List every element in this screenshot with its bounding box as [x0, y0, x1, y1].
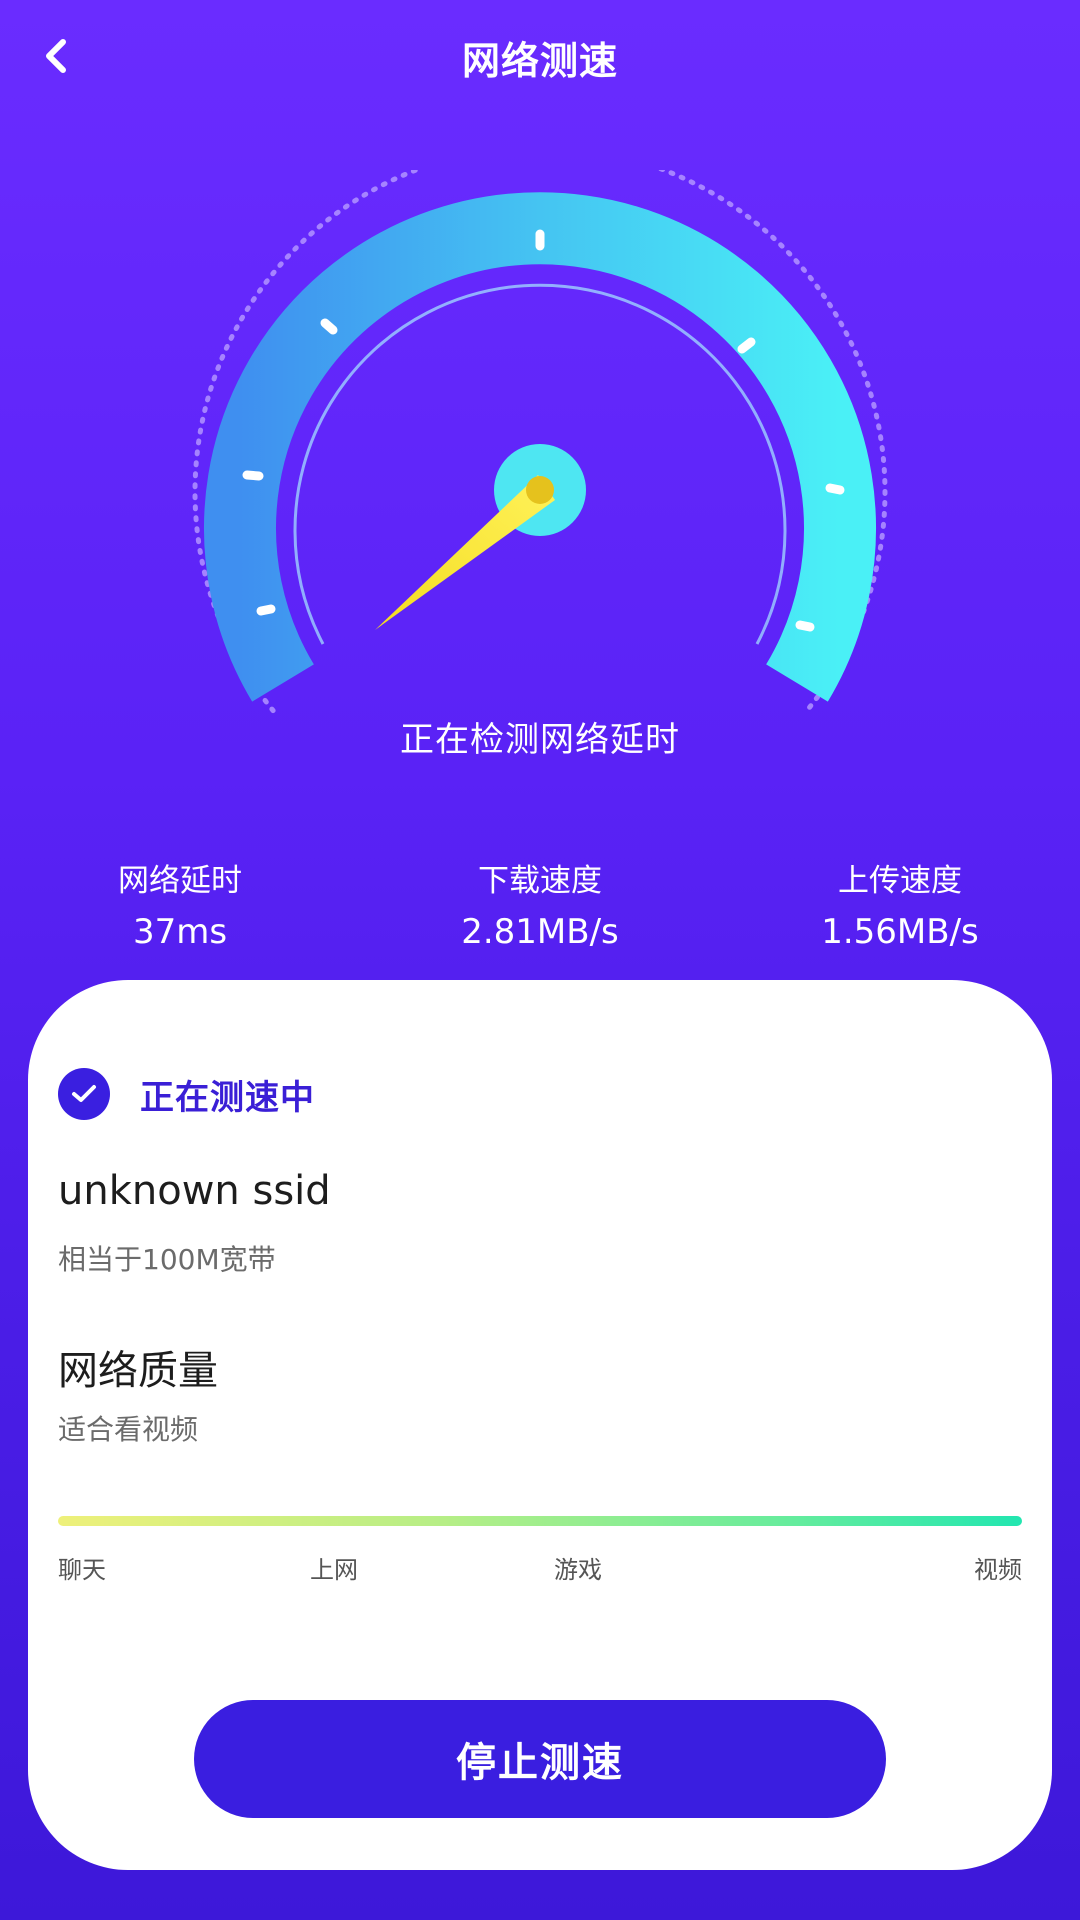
network-ssid: unknown ssid [58, 1168, 331, 1214]
stat-download-value: 2.81MB/s [461, 912, 619, 952]
testing-status-text: 正在测速中 [140, 1077, 315, 1118]
speed-stats: 网络延时 37ms 下载速度 2.81MB/s 上传速度 1.56MB/s [0, 860, 1080, 970]
result-card: 正在测速中 unknown ssid 相当于100M宽带 网络质量 适合看视频 … [28, 980, 1052, 1870]
quality-gradient-bar [58, 1516, 1022, 1526]
stat-latency-label: 网络延时 [118, 863, 242, 899]
quality-title: 网络质量 [58, 1348, 218, 1394]
stat-upload-value: 1.56MB/s [821, 912, 979, 952]
quality-level-chat: 聊天 [58, 1556, 106, 1584]
check-circle-icon [58, 1068, 110, 1120]
speed-gauge [180, 170, 900, 730]
stat-latency: 网络延时 37ms [40, 860, 320, 958]
stat-upload-label: 上传速度 [838, 863, 962, 899]
quality-level-browse: 上网 [310, 1556, 358, 1584]
bandwidth-equivalent: 相当于100M宽带 [58, 1243, 276, 1276]
app-header: 网络测速 [0, 0, 1080, 120]
quality-levels: 聊天 上网 游戏 视频 [58, 1550, 1022, 1590]
quality-level-video: 视频 [974, 1556, 1022, 1584]
quality-level-game: 游戏 [554, 1556, 602, 1584]
stat-upload: 上传速度 1.56MB/s [760, 860, 1040, 958]
quality-description: 适合看视频 [58, 1413, 199, 1446]
stat-latency-value: 37ms [132, 912, 228, 952]
gauge-needle [375, 475, 555, 630]
testing-status: 正在测速中 [58, 1064, 315, 1124]
stat-download: 下载速度 2.81MB/s [400, 860, 680, 958]
gauge-status-text: 正在检测网络延时 [400, 720, 680, 760]
page-title: 网络测速 [461, 39, 618, 83]
stat-download-label: 下载速度 [478, 863, 602, 899]
stop-test-button[interactable]: 停止测速 [194, 1700, 886, 1818]
